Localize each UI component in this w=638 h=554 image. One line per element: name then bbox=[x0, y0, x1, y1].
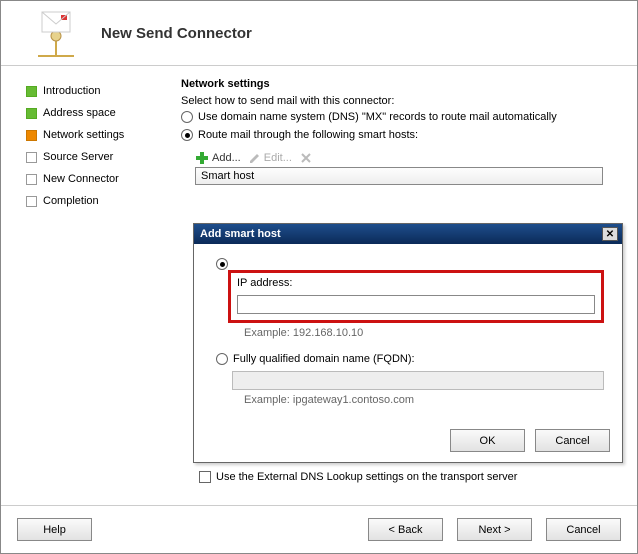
sidebar-item-address-space[interactable]: Address space bbox=[26, 103, 163, 123]
delete-button bbox=[300, 152, 312, 164]
radio-smart-hosts[interactable]: Route mail through the following smart h… bbox=[181, 129, 619, 141]
fqdn-label: Fully qualified domain name (FQDN): bbox=[233, 353, 415, 365]
dialog-title-text: Add smart host bbox=[200, 228, 281, 240]
page-title: New Send Connector bbox=[101, 25, 252, 42]
sidebar-item-label: Source Server bbox=[43, 151, 113, 163]
sidebar: Introduction Address space Network setti… bbox=[1, 66, 171, 496]
ip-address-input[interactable] bbox=[237, 295, 595, 314]
x-icon bbox=[300, 152, 312, 164]
fqdn-example: Example: ipgateway1.contoso.com bbox=[244, 394, 604, 406]
step-pending-icon bbox=[26, 174, 37, 185]
smart-host-toolbar: Add... Edit... bbox=[181, 147, 619, 167]
sidebar-item-label: Completion bbox=[43, 195, 99, 207]
radio-dns-mx[interactable]: Use domain name system (DNS) "MX" record… bbox=[181, 111, 619, 123]
smart-host-column-header[interactable]: Smart host bbox=[195, 167, 603, 185]
edit-button: Edit... bbox=[249, 152, 292, 164]
radio-icon bbox=[216, 258, 228, 270]
ip-label: IP address: bbox=[237, 277, 595, 289]
cancel-button[interactable]: Cancel bbox=[535, 429, 610, 452]
column-label: Smart host bbox=[201, 170, 254, 182]
header: New Send Connector bbox=[1, 1, 637, 66]
radio-icon bbox=[181, 111, 193, 123]
sidebar-item-new-connector[interactable]: New Connector bbox=[26, 169, 163, 189]
plus-icon bbox=[195, 151, 209, 165]
radio-icon bbox=[181, 129, 193, 141]
step-pending-icon bbox=[26, 196, 37, 207]
section-title: Network settings bbox=[181, 78, 619, 90]
next-button[interactable]: Next > bbox=[457, 518, 532, 541]
step-current-icon bbox=[26, 130, 37, 141]
wizard-cancel-button[interactable]: Cancel bbox=[546, 518, 621, 541]
external-dns-label: Use the External DNS Lookup settings on … bbox=[216, 471, 517, 483]
sidebar-item-introduction[interactable]: Introduction bbox=[26, 81, 163, 101]
wizard-window: New Send Connector Introduction Address … bbox=[0, 0, 638, 554]
sidebar-item-label: Address space bbox=[43, 107, 116, 119]
step-pending-icon bbox=[26, 152, 37, 163]
step-done-icon bbox=[26, 86, 37, 97]
connector-icon bbox=[26, 6, 86, 61]
section-subtext: Select how to send mail with this connec… bbox=[181, 95, 619, 107]
step-done-icon bbox=[26, 108, 37, 119]
add-button[interactable]: Add... bbox=[195, 151, 241, 165]
radio-label: Use domain name system (DNS) "MX" record… bbox=[198, 111, 557, 123]
radio-fqdn[interactable]: Fully qualified domain name (FQDN): bbox=[216, 353, 604, 365]
footer: Help < Back Next > Cancel bbox=[1, 505, 637, 553]
back-button[interactable]: < Back bbox=[368, 518, 443, 541]
sidebar-item-source-server[interactable]: Source Server bbox=[26, 147, 163, 167]
external-dns-checkbox-row[interactable]: Use the External DNS Lookup settings on … bbox=[199, 471, 517, 483]
ip-highlight-box: IP address: bbox=[228, 270, 604, 323]
help-button[interactable]: Help bbox=[17, 518, 92, 541]
radio-label: Route mail through the following smart h… bbox=[198, 129, 418, 141]
checkbox-icon[interactable] bbox=[199, 471, 211, 483]
sidebar-item-label: Introduction bbox=[43, 85, 100, 97]
radio-icon bbox=[216, 353, 228, 365]
close-button[interactable]: ✕ bbox=[602, 227, 618, 241]
sidebar-item-label: New Connector bbox=[43, 173, 119, 185]
sidebar-item-completion[interactable]: Completion bbox=[26, 191, 163, 211]
add-label: Add... bbox=[212, 152, 241, 164]
pencil-icon bbox=[249, 152, 261, 164]
ok-button[interactable]: OK bbox=[450, 429, 525, 452]
radio-ip-address[interactable] bbox=[216, 258, 604, 270]
add-smart-host-dialog: Add smart host ✕ IP address: Example: 19… bbox=[193, 223, 623, 463]
fqdn-input bbox=[232, 371, 604, 390]
edit-label: Edit... bbox=[264, 152, 292, 164]
sidebar-item-network-settings[interactable]: Network settings bbox=[26, 125, 163, 145]
ip-example: Example: 192.168.10.10 bbox=[244, 327, 604, 339]
dialog-titlebar[interactable]: Add smart host ✕ bbox=[194, 224, 622, 244]
close-icon: ✕ bbox=[606, 229, 614, 240]
sidebar-item-label: Network settings bbox=[43, 129, 124, 141]
